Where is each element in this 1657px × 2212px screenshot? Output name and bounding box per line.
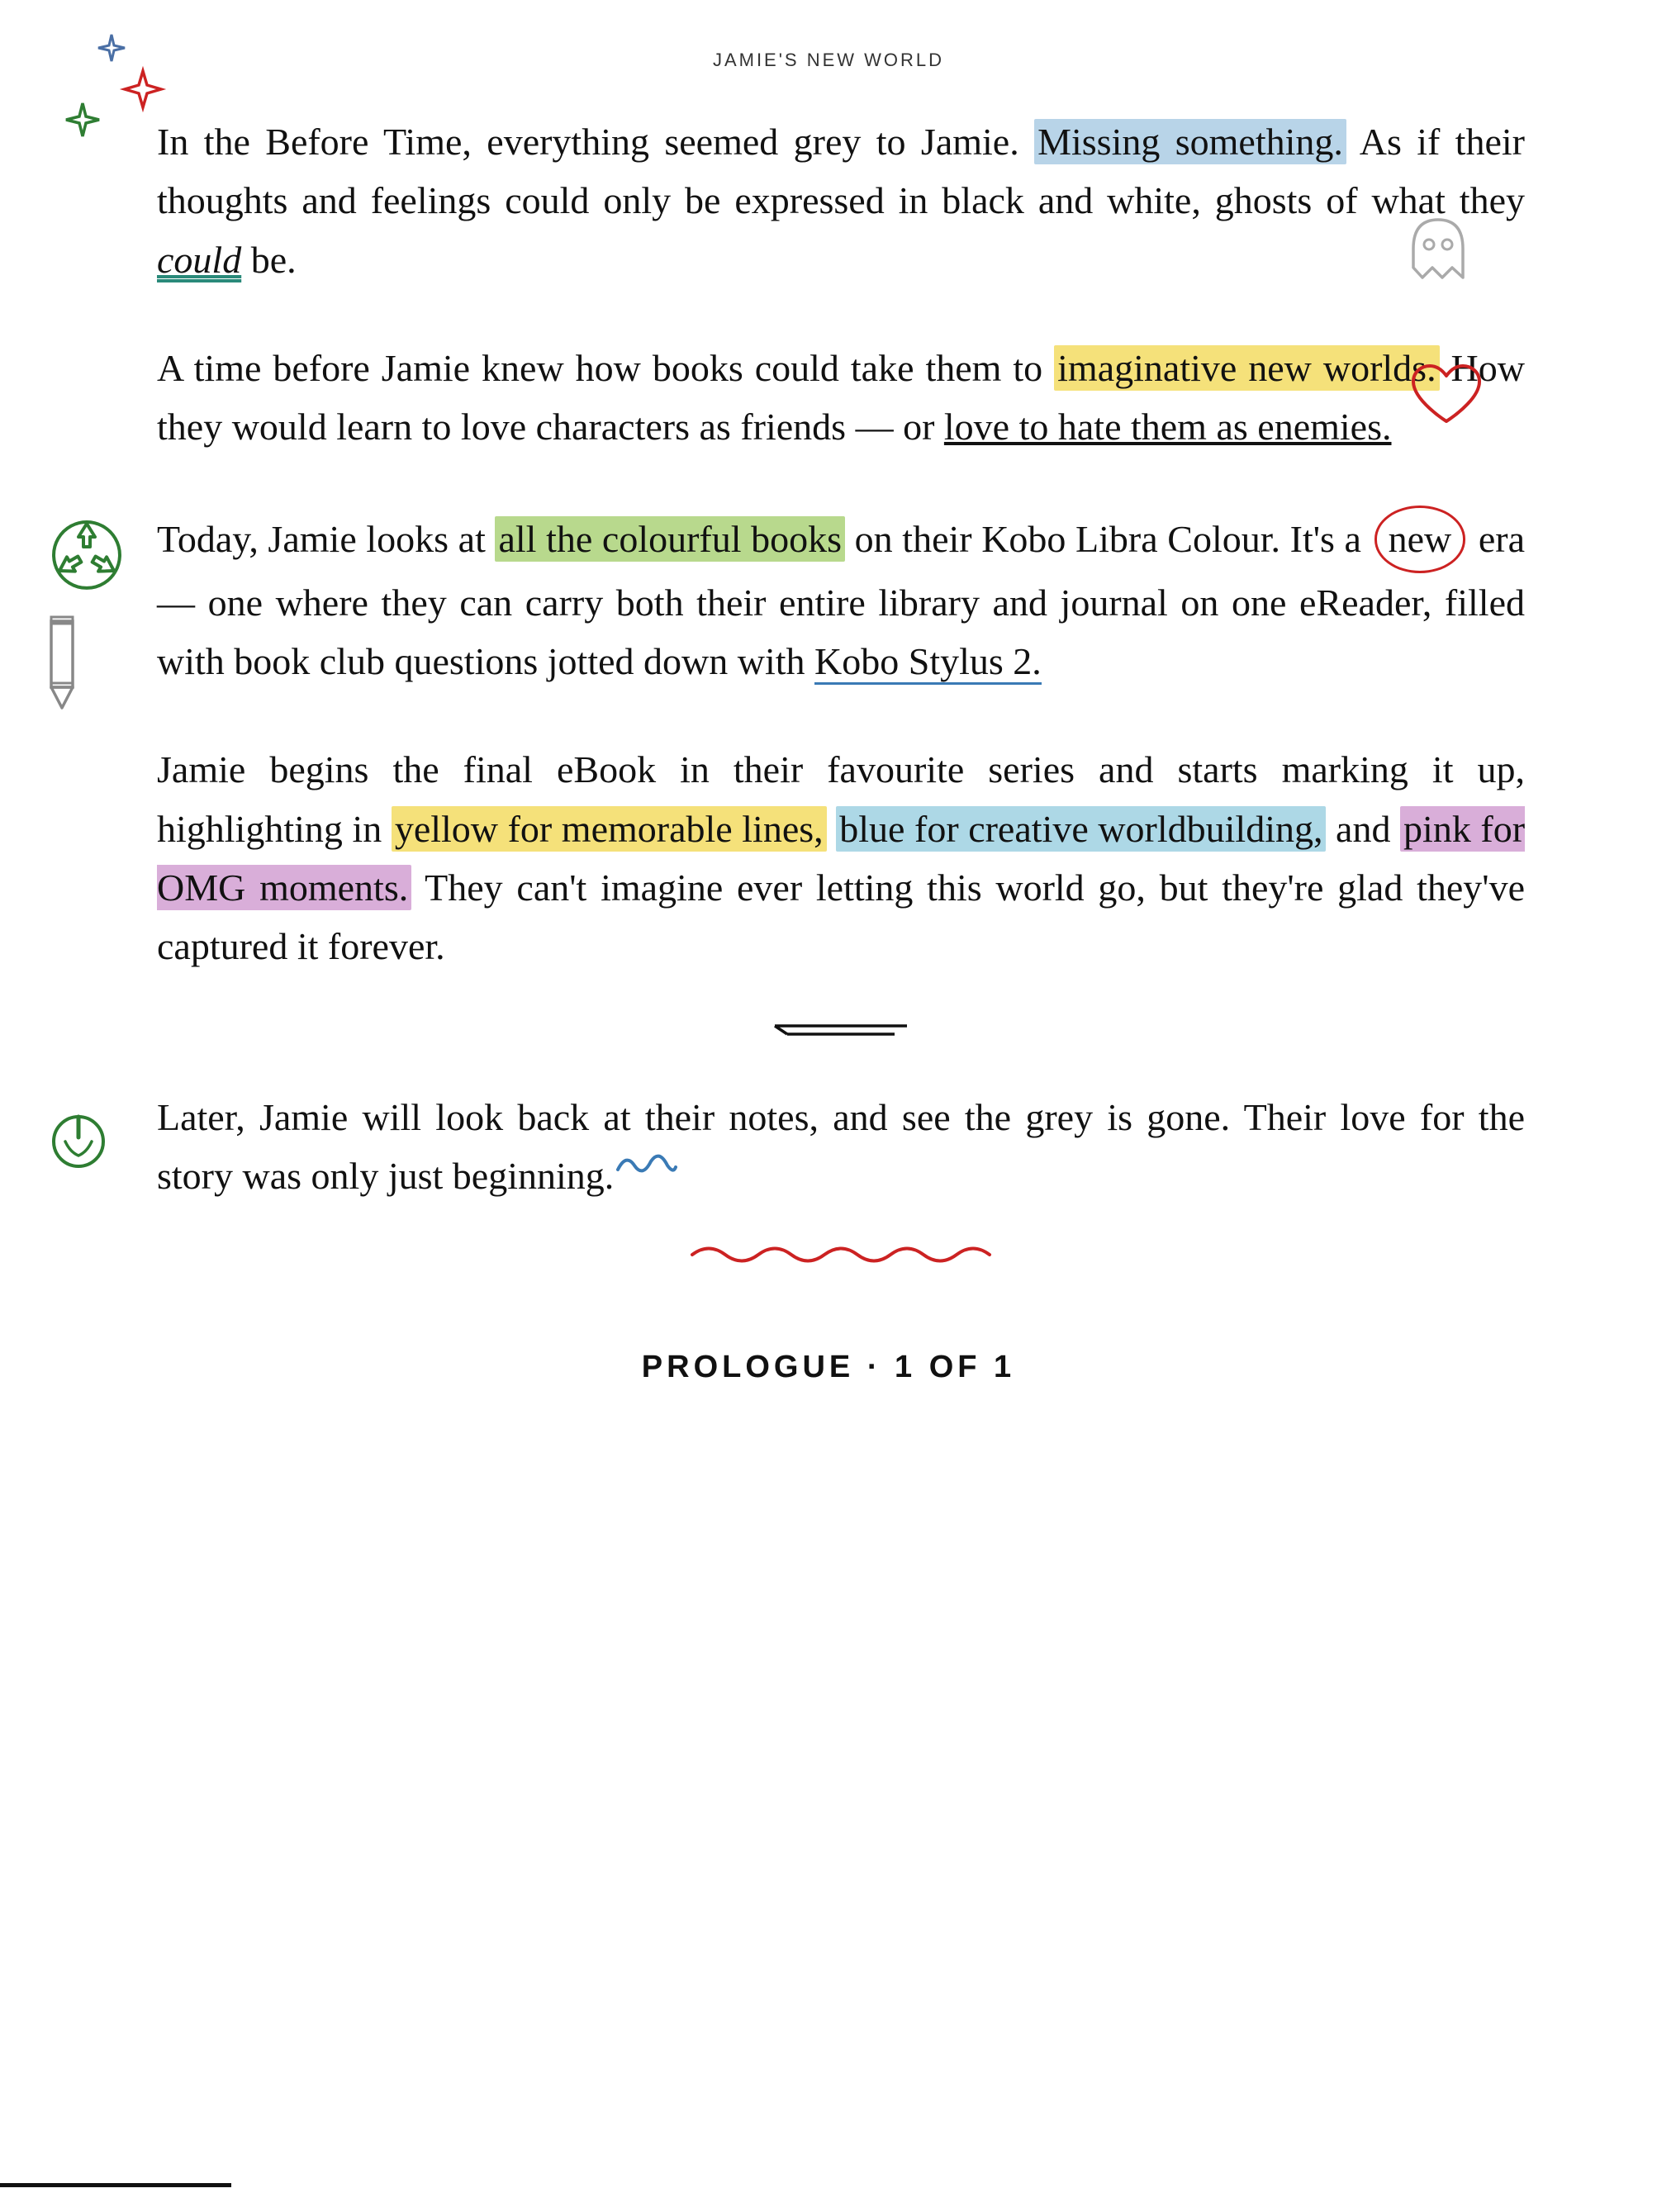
highlight-yellow-lines: yellow for memorable lines, <box>392 806 827 852</box>
recycle-icon <box>41 510 132 617</box>
highlight-colourful-books: all the colourful books <box>495 516 845 562</box>
text-could: could <box>157 239 241 281</box>
paragraph-4: Jamie begins the final eBook in their fa… <box>157 740 1525 975</box>
footer-line <box>0 2183 231 2187</box>
circle-new: new <box>1375 506 1466 572</box>
text-kobo-stylus: Kobo Stylus 2. <box>814 640 1042 685</box>
paragraph-3: Today, Jamie looks at all the colourful … <box>157 506 1525 691</box>
highlight-missing-something: Missing something. <box>1034 119 1346 164</box>
footer-label: PROLOGUE · 1 OF 1 <box>642 1350 1015 1384</box>
red-wavy-decoration <box>157 1238 1525 1275</box>
page-header: JAMIE'S NEW WORLD <box>0 0 1657 88</box>
highlight-imaginative-worlds: imaginative new worlds. <box>1054 345 1439 391</box>
content-area: In the Before Time, everything seemed gr… <box>0 112 1657 1275</box>
ghost-icon <box>1401 203 1475 302</box>
paragraph-5: Later, Jamie will look back at their not… <box>157 1088 1525 1206</box>
paragraph-1: In the Before Time, everything seemed gr… <box>157 112 1525 289</box>
pencil-icon <box>33 613 91 729</box>
squiggle-decoration <box>157 1009 1525 1055</box>
power-icon <box>37 1096 120 1195</box>
page: JAMIE'S NEW WORLD In the Before Time, ev… <box>0 0 1657 2212</box>
blue-scribble-icon <box>614 1140 680 1199</box>
footer: PROLOGUE · 1 OF 1 <box>0 1317 1657 1435</box>
heart-icon <box>1409 363 1484 446</box>
paragraph-2: A time before Jamie knew how books could… <box>157 339 1525 457</box>
text-love-hate: love to hate them as enemies. <box>944 406 1392 448</box>
highlight-blue-worldbuilding: blue for creative worldbuilding, <box>836 806 1326 852</box>
header-title: JAMIE'S NEW WORLD <box>713 50 944 70</box>
